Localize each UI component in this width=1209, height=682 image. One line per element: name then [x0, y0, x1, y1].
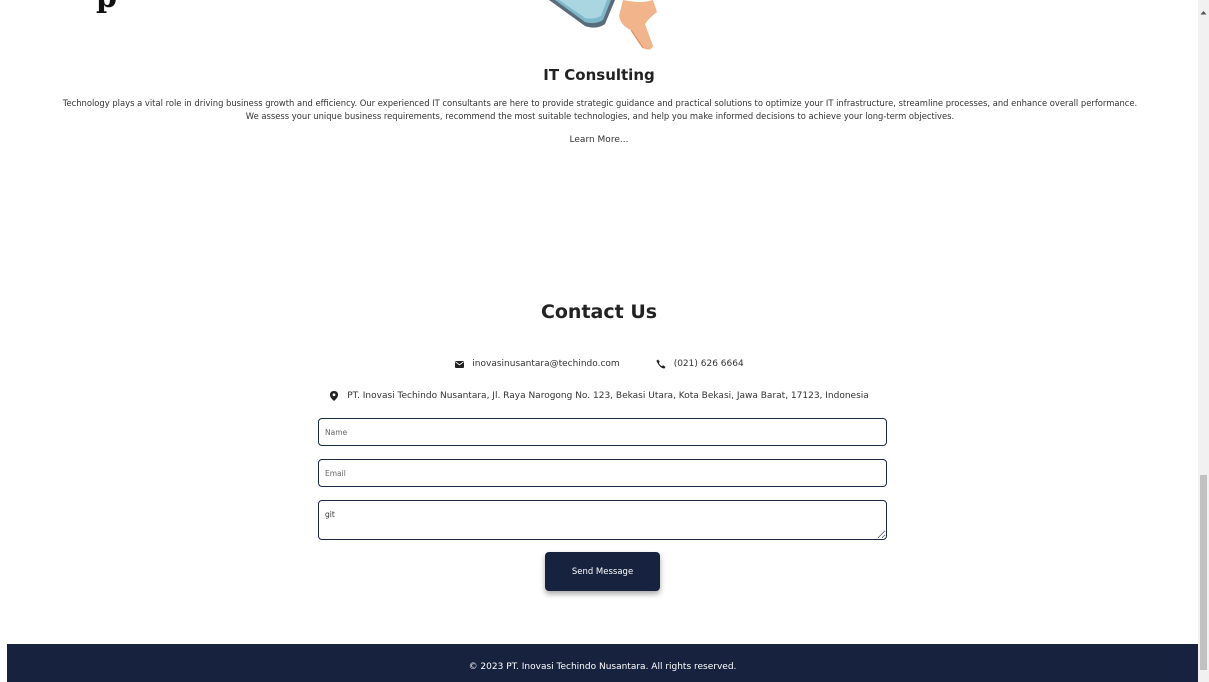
- contact-email-text: inovasinusantara@techindo.com: [472, 359, 620, 369]
- scroll-down-arrow-icon[interactable]: [1198, 672, 1209, 682]
- message-textarea[interactable]: git: [318, 500, 887, 540]
- email-input[interactable]: [318, 459, 887, 487]
- page: p IT Consulting Technology plays a vital…: [0, 0, 1198, 682]
- vertical-scrollbar[interactable]: [1198, 0, 1209, 682]
- scrollbar-thumb[interactable]: [1200, 475, 1207, 670]
- consulting-illustration: [549, 0, 657, 50]
- footer: © 2023 PT. Inovasi Techindo Nusantara. A…: [7, 644, 1198, 682]
- contact-address: PT. Inovasi Techindo Nusantara, Jl. Raya…: [0, 391, 1198, 401]
- contact-email: inovasinusantara@techindo.com: [454, 359, 620, 369]
- contact-info-row: inovasinusantara@techindo.com (021) 626 …: [0, 359, 1198, 369]
- map-pin-icon: [329, 391, 339, 401]
- learn-more-link[interactable]: Learn More...: [0, 135, 1198, 145]
- service-description: Technology plays a vital role in driving…: [62, 98, 1138, 121]
- contact-title: Contact Us: [540, 301, 658, 323]
- footer-copyright: © 2023 PT. Inovasi Techindo Nusantara. A…: [468, 662, 737, 672]
- contact-phone: (021) 626 6664: [656, 359, 744, 369]
- service-title: IT Consulting: [543, 66, 655, 84]
- contact-address-text: PT. Inovasi Techindo Nusantara, Jl. Raya…: [347, 391, 869, 401]
- phone-icon: [656, 359, 666, 369]
- send-message-button[interactable]: Send Message: [545, 552, 660, 591]
- clipped-section-heading: p: [96, 0, 117, 15]
- contact-phone-text: (021) 626 6664: [673, 359, 744, 369]
- name-input[interactable]: [318, 418, 887, 446]
- envelope-icon: [454, 359, 464, 369]
- scroll-up-arrow-icon[interactable]: [1198, 10, 1209, 20]
